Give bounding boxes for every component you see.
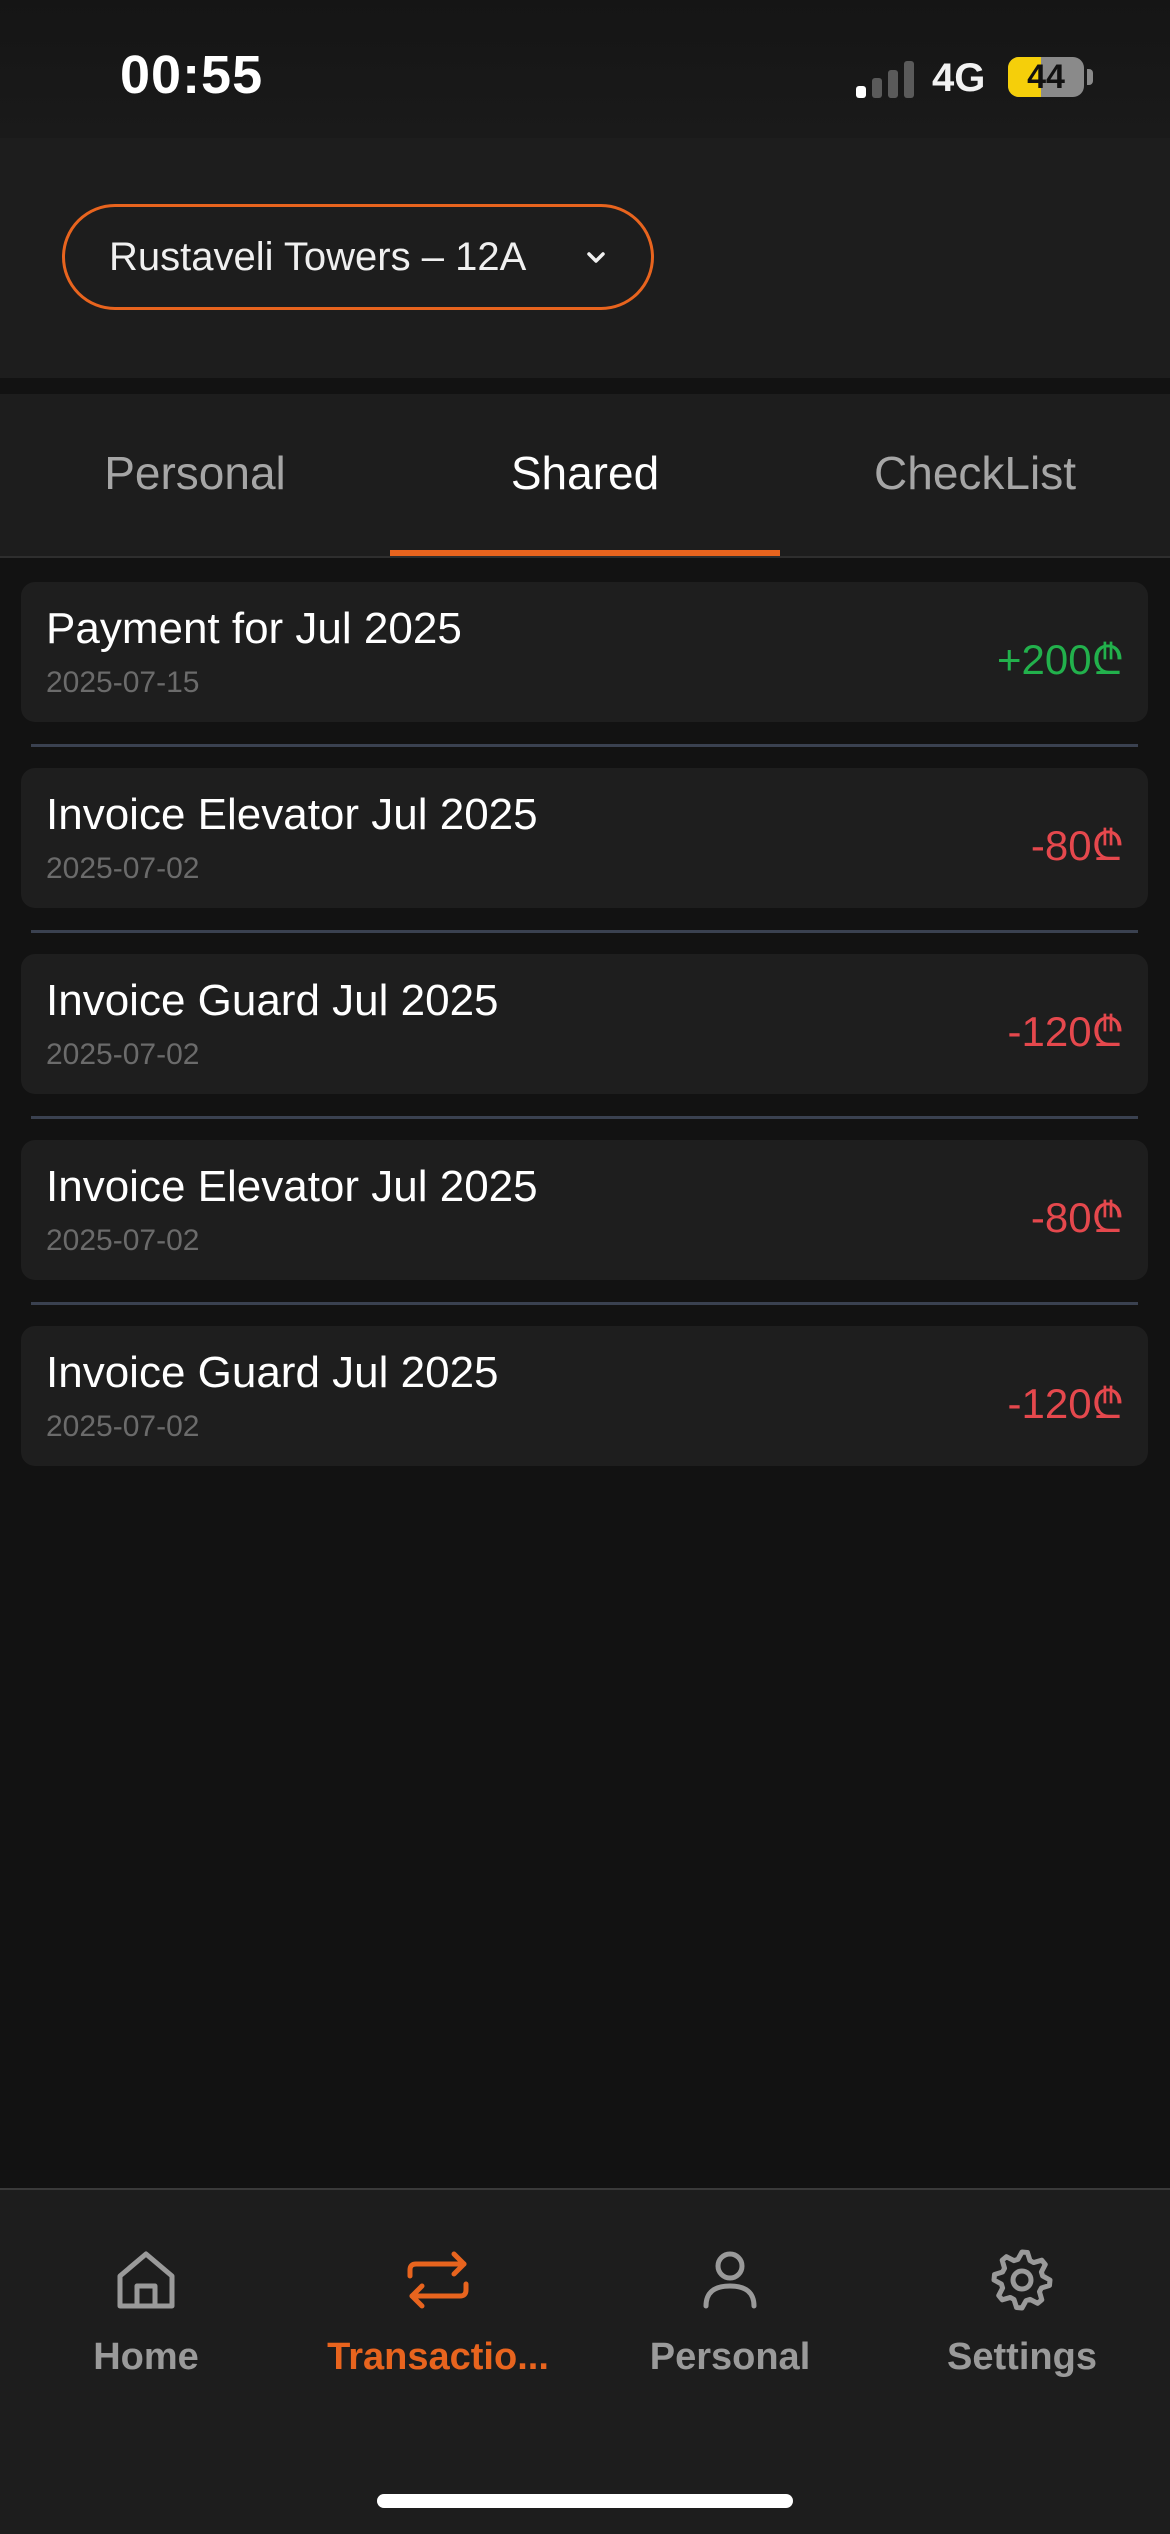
home-indicator xyxy=(377,2494,793,2508)
nav-label-transactions: Transactio... xyxy=(327,2336,549,2378)
transaction-title: Payment for Jul 2025 xyxy=(46,604,462,653)
nav-label-home: Home xyxy=(93,2336,199,2378)
nav-settings[interactable]: Settings xyxy=(876,2240,1168,2390)
gear-icon xyxy=(991,2249,1053,2311)
transaction-item[interactable]: Invoice Elevator Jul 2025 2025-07-02 -80… xyxy=(21,768,1148,908)
nav-label-personal: Personal xyxy=(649,2336,811,2378)
transaction-date: 2025-07-15 xyxy=(46,666,200,699)
nav-home[interactable]: Home xyxy=(0,2240,292,2390)
chevron-down-icon xyxy=(587,252,605,263)
gear-outline xyxy=(991,2249,1053,2311)
nav-transactions[interactable]: Transactio... xyxy=(292,2240,584,2390)
transaction-title: Invoice Elevator Jul 2025 xyxy=(46,1162,538,1211)
home-icon xyxy=(117,2251,175,2309)
person-icon xyxy=(703,2251,757,2309)
transaction-item[interactable]: Payment for Jul 2025 2025-07-15 +200₾ xyxy=(21,582,1148,722)
tab-personal[interactable]: Personal xyxy=(0,394,390,556)
transaction-date: 2025-07-02 xyxy=(46,1224,200,1257)
transaction-item[interactable]: Invoice Elevator Jul 2025 2025-07-02 -80… xyxy=(21,1140,1148,1280)
status-time: 00:55 xyxy=(120,45,264,105)
divider xyxy=(31,1116,1138,1119)
battery-cap xyxy=(1087,69,1093,85)
property-header: Rustaveli Towers – 12A xyxy=(0,138,1170,378)
status-bar: 00:55 4G 44 xyxy=(0,0,1170,138)
network-type: 4G xyxy=(932,56,986,100)
transaction-title: Invoice Guard Jul 2025 xyxy=(46,1348,499,1397)
tab-shared[interactable]: Shared xyxy=(390,394,780,556)
transfer-arrows-icon xyxy=(407,2251,469,2309)
transaction-title: Invoice Elevator Jul 2025 xyxy=(46,790,538,839)
bottom-nav: Home Transactio... Personal Settings xyxy=(0,2188,1170,2534)
divider xyxy=(31,930,1138,933)
transaction-amount: -80₾ xyxy=(1030,822,1124,869)
tab-bar: Personal Shared CheckList xyxy=(0,394,1170,558)
transaction-date: 2025-07-02 xyxy=(46,1410,200,1443)
transaction-item[interactable]: Invoice Guard Jul 2025 2025-07-02 -120₾ xyxy=(21,1326,1148,1466)
active-tab-indicator xyxy=(390,550,780,556)
nav-personal[interactable]: Personal xyxy=(584,2240,876,2390)
tab-checklist[interactable]: CheckList xyxy=(780,394,1170,556)
transaction-date: 2025-07-02 xyxy=(46,852,200,885)
transaction-date: 2025-07-02 xyxy=(46,1038,200,1071)
nav-label-settings: Settings xyxy=(947,2336,1097,2378)
property-selector[interactable]: Rustaveli Towers – 12A xyxy=(62,204,654,310)
battery-level: 44 xyxy=(1027,58,1065,96)
cellular-signal-icon xyxy=(856,58,916,98)
battery-icon: 44 xyxy=(1008,57,1084,97)
divider xyxy=(31,1302,1138,1305)
transaction-amount: -120₾ xyxy=(1007,1008,1124,1055)
transaction-amount: -80₾ xyxy=(1030,1194,1124,1241)
transaction-amount: +200₾ xyxy=(997,636,1124,683)
transaction-amount: -120₾ xyxy=(1007,1380,1124,1427)
transaction-item[interactable]: Invoice Guard Jul 2025 2025-07-02 -120₾ xyxy=(21,954,1148,1094)
property-name: Rustaveli Towers – 12A xyxy=(109,235,527,279)
divider xyxy=(31,744,1138,747)
transaction-title: Invoice Guard Jul 2025 xyxy=(46,976,499,1025)
